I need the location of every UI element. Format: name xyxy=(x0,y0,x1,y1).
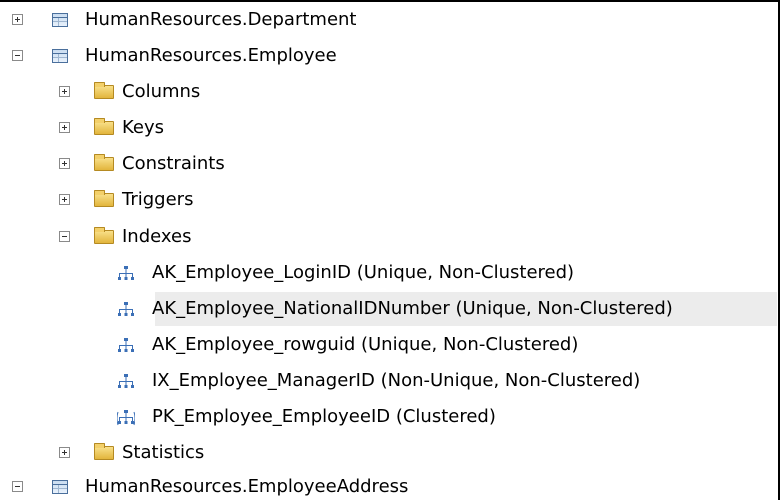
expand-toggle-icon[interactable] xyxy=(59,86,70,97)
tree-node-label: AK_Employee_LoginID (Unique, Non-Cluster… xyxy=(152,262,575,283)
tree-node-index[interactable]: AK_Employee_rowguid (Unique, Non-Cluster… xyxy=(118,328,775,362)
folder-icon xyxy=(94,443,114,460)
tree-node-folder-constraints[interactable]: Constraints xyxy=(0,147,760,181)
tree-node-index[interactable]: IX_Employee_ManagerID (Non-Unique, Non-C… xyxy=(118,364,775,398)
tree-node-label: Constraints xyxy=(122,153,225,174)
nonclustered-index-icon xyxy=(118,302,134,316)
tree-node-label: HumanResources.Employee xyxy=(85,45,337,66)
folder-icon xyxy=(94,227,114,244)
folder-icon xyxy=(94,154,114,171)
collapse-toggle-icon[interactable] xyxy=(12,481,23,492)
tree-node-folder-columns[interactable]: Columns xyxy=(0,75,760,109)
collapse-toggle-icon[interactable] xyxy=(59,231,70,242)
folder-icon xyxy=(94,82,114,99)
tree-node-label: Keys xyxy=(122,117,165,138)
nonclustered-index-icon xyxy=(118,266,134,280)
tree-node-index[interactable]: PK_Employee_EmployeeID (Clustered) xyxy=(117,400,775,434)
tree-node-folder-statistics[interactable]: Statistics xyxy=(0,436,760,470)
expand-toggle-icon[interactable] xyxy=(59,122,70,133)
nonclustered-index-icon xyxy=(118,338,134,352)
tree-node-label: HumanResources.EmployeeAddress xyxy=(85,476,409,497)
expand-toggle-icon[interactable] xyxy=(59,194,70,205)
tree-node-label: Indexes xyxy=(122,226,192,247)
tree-node-folder-indexes[interactable]: Indexes xyxy=(0,220,760,254)
tree-node-label: Statistics xyxy=(122,442,205,463)
tree-node-table-department[interactable]: HumanResources.Department xyxy=(0,3,760,37)
table-icon xyxy=(52,13,68,27)
folder-icon xyxy=(94,190,114,207)
collapse-toggle-icon[interactable] xyxy=(12,50,23,61)
tree-node-label: HumanResources.Department xyxy=(85,9,357,30)
expand-toggle-icon[interactable] xyxy=(59,447,70,458)
folder-icon xyxy=(94,118,114,135)
tree-node-index-selected[interactable]: AK_Employee_NationalIDNumber (Unique, No… xyxy=(118,292,777,326)
tree-node-label: PK_Employee_EmployeeID (Clustered) xyxy=(152,406,496,427)
table-icon xyxy=(52,480,68,494)
tree-node-label: Triggers xyxy=(122,189,194,210)
nonclustered-index-icon xyxy=(118,374,134,388)
tree-node-index[interactable]: AK_Employee_LoginID (Unique, Non-Cluster… xyxy=(118,256,775,290)
expand-toggle-icon[interactable] xyxy=(12,14,23,25)
clustered-index-icon xyxy=(117,410,135,426)
expand-toggle-icon[interactable] xyxy=(59,158,70,169)
tree-node-label: IX_Employee_ManagerID (Non-Unique, Non-C… xyxy=(152,370,641,391)
tree-node-folder-triggers[interactable]: Triggers xyxy=(0,183,760,217)
tree-node-table-employee[interactable]: HumanResources.Employee xyxy=(0,39,760,73)
tree-node-folder-keys[interactable]: Keys xyxy=(0,111,760,145)
table-icon xyxy=(52,49,68,63)
tree-node-label: AK_Employee_NationalIDNumber (Unique, No… xyxy=(152,298,673,319)
tree-node-table-employeeaddress[interactable]: HumanResources.EmployeeAddress xyxy=(0,470,760,504)
tree-node-label: Columns xyxy=(122,81,201,102)
tree-node-label: AK_Employee_rowguid (Unique, Non-Cluster… xyxy=(152,334,579,355)
